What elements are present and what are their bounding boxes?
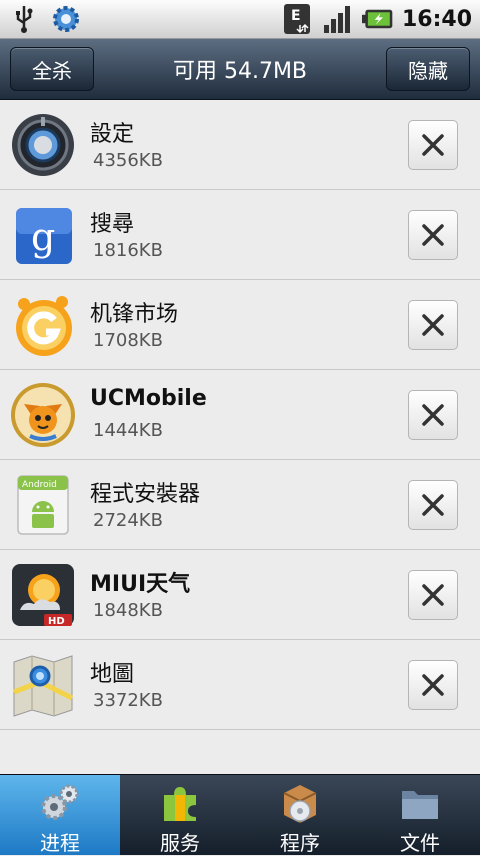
close-icon [422, 494, 444, 516]
tab-programs[interactable]: 程序 [240, 775, 360, 855]
process-list: 設定 4356KB g 搜尋 1816KB 机锋市场 1708KB UCMobi… [0, 100, 480, 730]
app-name: MIUI天气 [90, 572, 191, 597]
header-bar: 全杀 可用 54.7MB 隐藏 [0, 39, 480, 100]
tab-label: 文件 [400, 831, 440, 855]
close-icon [422, 314, 444, 336]
list-item[interactable]: Android 程式安裝器 2724KB [0, 460, 480, 550]
kill-process-button[interactable] [408, 480, 458, 530]
usb-icon [8, 3, 40, 35]
app-name: 搜尋 [90, 212, 135, 237]
app-memory: 2724KB [93, 510, 163, 531]
app-memory: 1816KB [93, 240, 163, 261]
close-icon [422, 404, 444, 426]
bottom-tab-bar: 进程 服务 程序 文件 [0, 774, 480, 855]
kill-process-button[interactable] [408, 300, 458, 350]
list-item[interactable]: 設定 4356KB [0, 100, 480, 190]
folder-icon [398, 781, 442, 825]
settings-icon [10, 112, 76, 178]
close-icon [422, 674, 444, 696]
tab-label: 服务 [160, 831, 200, 855]
close-icon [422, 584, 444, 606]
svg-text:Android: Android [22, 480, 57, 490]
hide-button[interactable]: 隐藏 [386, 47, 470, 91]
app-memory: 1444KB [93, 420, 163, 441]
close-icon [422, 134, 444, 156]
app-memory: 3372KB [93, 690, 163, 711]
android-installer-icon: Android [10, 472, 76, 538]
battery-charging-icon [361, 3, 394, 35]
kill-process-button[interactable] [408, 120, 458, 170]
gfan-market-icon [10, 292, 76, 358]
tab-processes[interactable]: 进程 [0, 775, 120, 855]
kill-process-button[interactable] [408, 210, 458, 260]
google-search-icon: g [10, 202, 76, 268]
gears-icon [38, 781, 82, 825]
list-item[interactable]: 机锋市场 1708KB [0, 280, 480, 370]
app-memory: 1848KB [93, 600, 163, 621]
status-bar: E 16:40 [0, 0, 480, 39]
kill-all-button[interactable]: 全杀 [10, 47, 94, 91]
svg-text:E: E [291, 8, 301, 24]
kill-process-button[interactable] [408, 390, 458, 440]
kill-process-button[interactable] [408, 660, 458, 710]
list-item[interactable]: UCMobile 1444KB [0, 370, 480, 460]
svg-text:HD: HD [48, 616, 65, 627]
puzzle-icon [158, 781, 202, 825]
app-memory: 1708KB [93, 330, 163, 351]
miui-weather-icon: HD [10, 562, 76, 628]
close-icon [422, 224, 444, 246]
svg-text:g: g [31, 215, 55, 259]
edge-data-icon: E [282, 3, 314, 35]
tab-label: 程序 [280, 831, 320, 855]
signal-icon [322, 3, 354, 35]
list-item[interactable]: g 搜尋 1816KB [0, 190, 480, 280]
app-name: 地圖 [90, 662, 135, 687]
kill-process-button[interactable] [408, 570, 458, 620]
tab-services[interactable]: 服务 [120, 775, 240, 855]
app-name: 机锋市场 [90, 302, 179, 327]
tab-files[interactable]: 文件 [360, 775, 480, 855]
available-memory-title: 可用 54.7MB [172, 59, 308, 84]
app-name: 設定 [90, 122, 135, 147]
app-memory: 4356KB [93, 150, 163, 171]
settings-gear-icon [50, 3, 82, 35]
ucmobile-icon [10, 382, 76, 448]
app-name: 程式安裝器 [90, 482, 201, 507]
clock: 16:40 [401, 6, 472, 32]
maps-icon [10, 652, 76, 718]
list-item[interactable]: 地圖 3372KB [0, 640, 480, 730]
package-disc-icon [278, 781, 322, 825]
app-name: UCMobile [90, 386, 207, 411]
tab-label: 进程 [40, 831, 80, 855]
list-item[interactable]: HD MIUI天气 1848KB [0, 550, 480, 640]
